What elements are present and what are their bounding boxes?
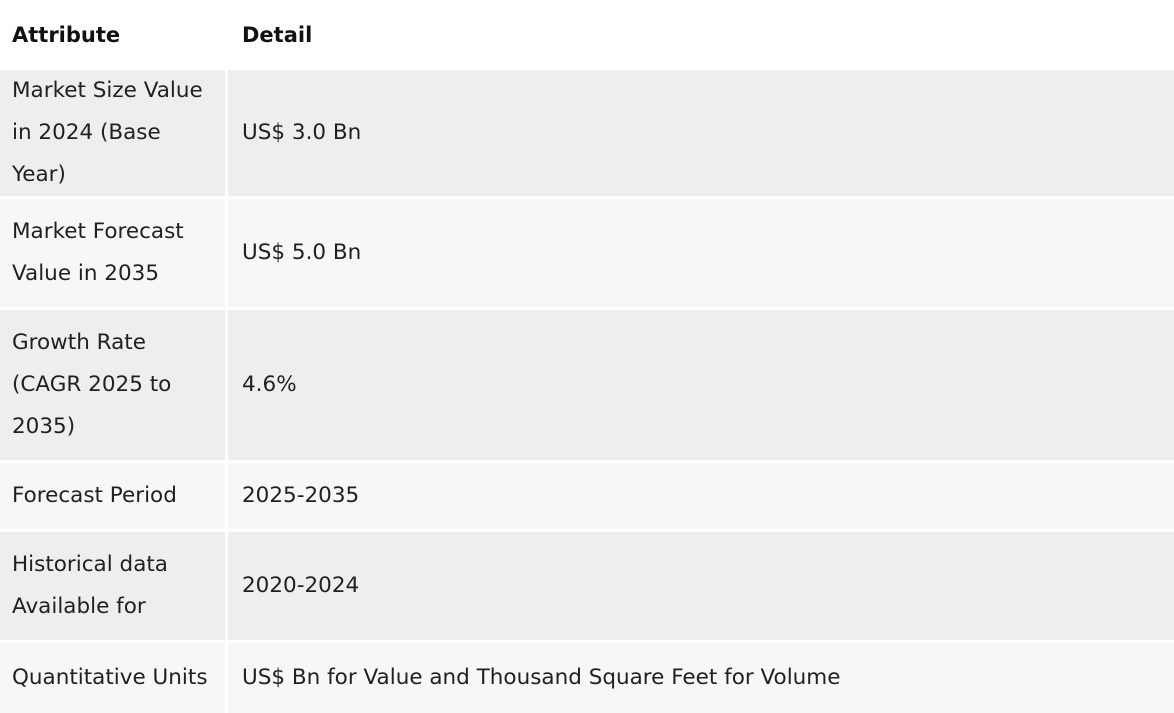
table-row: Forecast Period 2025-2035 [0,460,1174,529]
table-header: Attribute Detail [0,0,1174,70]
attribute-cell: Market Size Value in 2024 (Base Year) [0,70,228,196]
detail-cell: 2025-2035 [228,460,1174,529]
detail-cell: US$ 5.0 Bn [228,196,1174,307]
header-row: Attribute Detail [0,0,1174,70]
table-row: Growth Rate (CAGR 2025 to 2035) 4.6% [0,307,1174,460]
detail-cell: US$ 3.0 Bn [228,70,1174,196]
table-row: Market Size Value in 2024 (Base Year) US… [0,70,1174,196]
detail-cell: US$ Bn for Value and Thousand Square Fee… [228,640,1174,713]
table-row: Market Forecast Value in 2035 US$ 5.0 Bn [0,196,1174,307]
table-row: Historical data Available for 2020-2024 [0,529,1174,640]
detail-cell: 2020-2024 [228,529,1174,640]
header-attribute: Attribute [0,0,228,70]
attribute-table: Attribute Detail Market Size Value in 20… [0,0,1174,713]
attribute-cell: Quantitative Units [0,640,228,713]
table-body: Market Size Value in 2024 (Base Year) US… [0,70,1174,713]
attribute-cell: Forecast Period [0,460,228,529]
attribute-cell: Historical data Available for [0,529,228,640]
attribute-cell: Market Forecast Value in 2035 [0,196,228,307]
table-row: Quantitative Units US$ Bn for Value and … [0,640,1174,713]
detail-cell: 4.6% [228,307,1174,460]
header-detail: Detail [228,0,1174,70]
attribute-cell: Growth Rate (CAGR 2025 to 2035) [0,307,228,460]
